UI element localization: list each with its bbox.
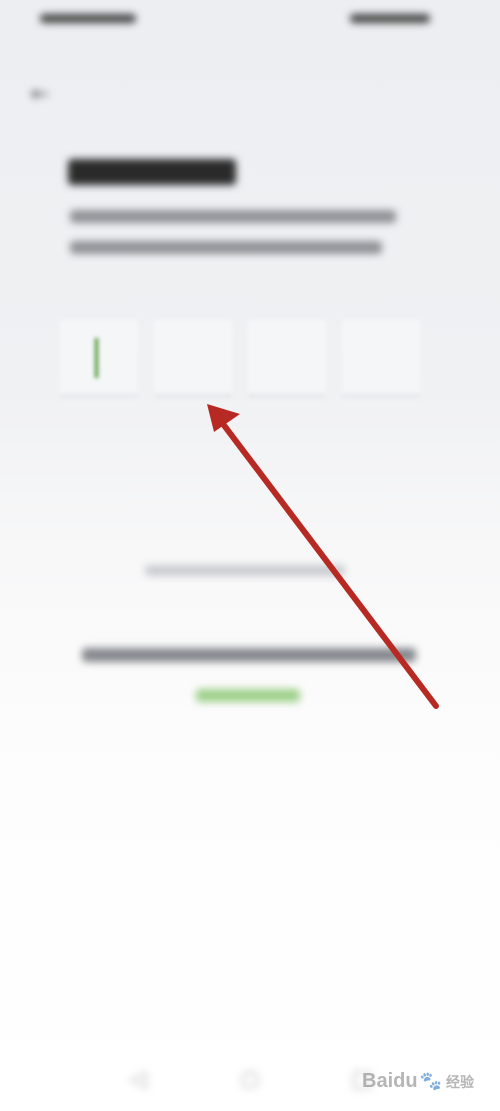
- description-line: [70, 241, 382, 254]
- status-bar: [40, 6, 430, 30]
- status-left: [40, 12, 140, 24]
- arrow-head: [207, 404, 240, 432]
- text-cursor: [95, 338, 98, 378]
- page-title: [68, 158, 236, 193]
- status-right: [350, 12, 430, 24]
- status-icons: [350, 13, 430, 23]
- resend-link[interactable]: [196, 689, 306, 709]
- tip-text-blob: [82, 648, 416, 662]
- code-input-3[interactable]: [248, 320, 326, 397]
- helper-text: [145, 560, 360, 580]
- watermark-brand: Baidu: [362, 1070, 418, 1092]
- code-input-4[interactable]: [342, 320, 420, 397]
- watermark-suffix: 经验: [446, 1073, 474, 1090]
- status-time: [40, 13, 136, 23]
- system-nav-bar: ◁ ○ □: [120, 1059, 380, 1099]
- helper-text-blob: [145, 564, 345, 576]
- code-input-1[interactable]: [60, 320, 138, 397]
- description: [70, 210, 400, 272]
- description-line: [70, 210, 396, 223]
- paw-icon: 🐾: [419, 1071, 442, 1091]
- nav-home-icon[interactable]: ○: [232, 1061, 268, 1097]
- back-button[interactable]: ←: [22, 76, 58, 112]
- resend-link-blob: [196, 689, 300, 702]
- verification-code-inputs: [60, 320, 420, 398]
- back-arrow-icon: ←: [30, 81, 50, 107]
- code-input-2[interactable]: [154, 320, 232, 397]
- tip-text: [82, 648, 422, 668]
- baidu-watermark: Baidu 🐾 经验: [362, 1070, 474, 1093]
- nav-back-icon[interactable]: ◁: [120, 1061, 156, 1097]
- page-title-text: [68, 159, 236, 185]
